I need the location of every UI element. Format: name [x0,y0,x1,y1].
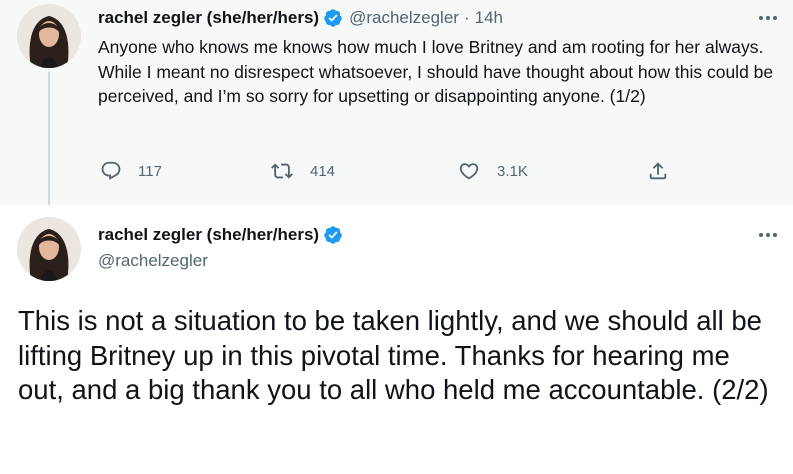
tweet-timestamp[interactable]: 14h [475,7,503,29]
avatar-photo [17,217,81,281]
retweet-icon [271,163,293,179]
heart-icon [459,163,479,180]
reply-count: 117 [138,162,162,180]
avatar[interactable] [17,217,81,281]
tweet-1-header: rachel zegler (she/her/hers) @rachelzegl… [98,7,503,29]
like-button[interactable]: 3.1K [458,160,528,182]
tweet-2-text: This is not a situation to be taken ligh… [18,305,769,405]
separator-dot: · [463,8,470,27]
retweet-button[interactable]: 414 [271,160,335,182]
retweet-count: 414 [310,162,336,180]
tweet-1-actions: 117 414 3.1K [0,160,793,186]
avatar-photo [17,4,81,68]
reply-icon [101,161,121,180]
tweet-2-header: rachel zegler (she/her/hers) [98,224,349,246]
more-options-icon[interactable] [756,225,780,245]
like-count: 3.1K [497,162,528,180]
author-handle[interactable]: @rachelzegler [349,7,459,29]
avatar[interactable] [17,4,81,68]
author-name[interactable]: rachel zegler (she/her/hers) [98,7,319,29]
verified-badge-icon [323,8,343,28]
more-options-icon[interactable] [756,8,780,28]
share-button[interactable] [647,160,669,182]
reply-button[interactable]: 117 [100,160,162,182]
author-name[interactable]: rachel zegler (she/her/hers) [98,224,319,246]
verified-badge-icon [323,225,343,245]
share-icon [649,162,667,180]
author-handle[interactable]: @rachelzegler [98,250,208,272]
tweet-1-text: Anyone who knows me knows how much I lov… [98,37,774,106]
